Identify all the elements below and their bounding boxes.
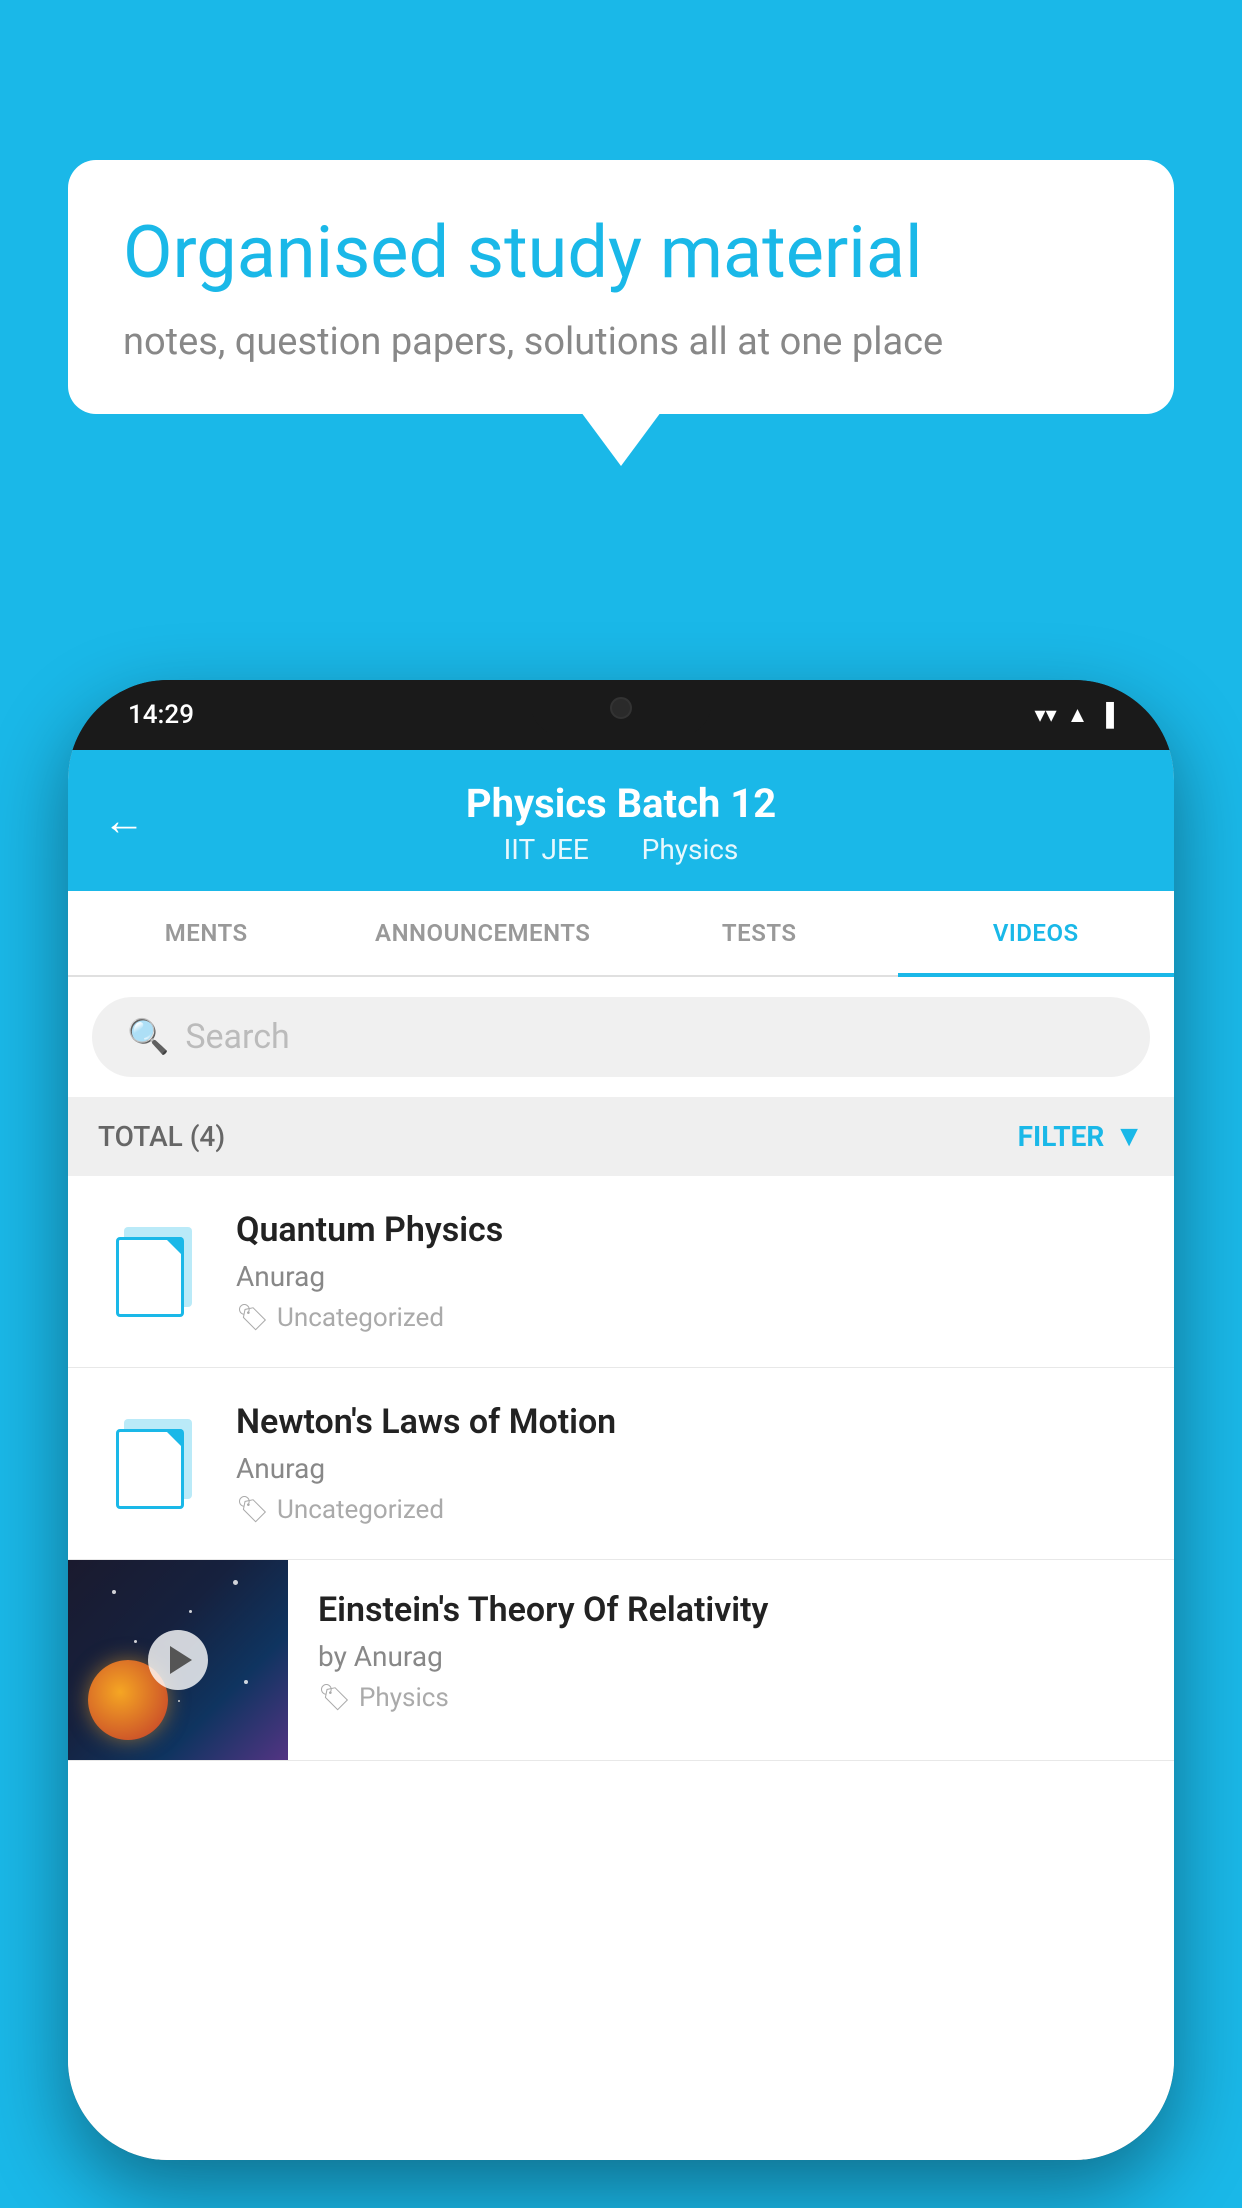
list-item[interactable]: Quantum Physics Anurag 🏷 Uncategorized (68, 1176, 1174, 1368)
video-title-2: Newton's Laws of Motion (236, 1402, 1144, 1442)
search-placeholder: Search (185, 1017, 289, 1057)
header-physics: Physics (642, 833, 739, 866)
file-icon-front (116, 1237, 184, 1317)
speech-bubble: Organised study material notes, question… (68, 160, 1174, 414)
video-thumbnail-3 (68, 1560, 288, 1760)
filter-icon: ▼ (1114, 1119, 1144, 1154)
video-title-1: Quantum Physics (236, 1210, 1144, 1250)
header-iitjee: IIT JEE (504, 833, 589, 866)
search-bar[interactable]: 🔍 Search (92, 997, 1150, 1077)
phone-frame: 14:29 ▾▾ ▲ ▐ ← Physics Batch 12 IIT JEE … (68, 680, 1174, 2160)
phone-notch (531, 680, 711, 735)
filter-bar: TOTAL (4) FILTER ▼ (68, 1097, 1174, 1176)
header-title: Physics Batch 12 (108, 780, 1134, 827)
status-icons: ▾▾ ▲ ▐ (1035, 702, 1114, 728)
video-title-3: Einstein's Theory Of Relativity (318, 1590, 1144, 1630)
tab-announcements[interactable]: ANNOUNCEMENTS (345, 891, 622, 975)
search-container: 🔍 Search (68, 977, 1174, 1097)
video-author-2: Anurag (236, 1452, 1144, 1485)
video-info-3: Einstein's Theory Of Relativity by Anura… (288, 1560, 1174, 1737)
header-subtitle: IIT JEE Physics (108, 833, 1134, 866)
file-icon-front (116, 1429, 184, 1509)
wifi-icon: ▾▾ (1035, 703, 1057, 728)
tab-ments[interactable]: MENTS (68, 891, 345, 975)
tag-icon-2: 🏷 (236, 1495, 269, 1525)
video-tag-1: 🏷 Uncategorized (236, 1303, 1144, 1333)
tab-videos[interactable]: VIDEOS (898, 891, 1175, 975)
speech-bubble-title: Organised study material (123, 210, 1119, 296)
video-info-2: Newton's Laws of Motion Anurag 🏷 Uncateg… (236, 1402, 1144, 1525)
file-icon (116, 1419, 191, 1509)
signal-icon: ▲ (1067, 702, 1089, 728)
tabs-container: MENTS ANNOUNCEMENTS TESTS VIDEOS (68, 891, 1174, 977)
battery-icon: ▐ (1098, 702, 1114, 728)
tag-label-3: Physics (359, 1683, 449, 1713)
app-header: ← Physics Batch 12 IIT JEE Physics (68, 750, 1174, 891)
speech-bubble-container: Organised study material notes, question… (68, 160, 1174, 414)
video-info-1: Quantum Physics Anurag 🏷 Uncategorized (236, 1210, 1144, 1333)
video-tag-3: 🏷 Physics (318, 1683, 1144, 1713)
video-thumbnail-2 (98, 1409, 208, 1519)
tab-tests[interactable]: TESTS (621, 891, 898, 975)
video-author-3: by Anurag (318, 1640, 1144, 1673)
video-list: Quantum Physics Anurag 🏷 Uncategorized (68, 1176, 1174, 2160)
filter-label: FILTER (1018, 1120, 1105, 1153)
tag-icon-1: 🏷 (236, 1303, 269, 1333)
status-bar: 14:29 ▾▾ ▲ ▐ (68, 680, 1174, 750)
tag-icon-3: 🏷 (318, 1683, 351, 1713)
play-triangle (170, 1646, 192, 1674)
filter-button[interactable]: FILTER ▼ (1018, 1119, 1144, 1154)
back-button[interactable]: ← (103, 796, 145, 845)
play-button-3[interactable] (148, 1630, 208, 1690)
total-count: TOTAL (4) (98, 1120, 225, 1153)
file-icon (116, 1227, 191, 1317)
list-item[interactable]: Einstein's Theory Of Relativity by Anura… (68, 1560, 1174, 1761)
speech-bubble-subtitle: notes, question papers, solutions all at… (123, 320, 1119, 364)
video-tag-2: 🏷 Uncategorized (236, 1495, 1144, 1525)
header-separator (612, 833, 626, 866)
phone-screen: ← Physics Batch 12 IIT JEE Physics MENTS… (68, 750, 1174, 2160)
camera-dot (610, 697, 632, 719)
status-time: 14:29 (128, 700, 194, 730)
list-item[interactable]: Newton's Laws of Motion Anurag 🏷 Uncateg… (68, 1368, 1174, 1560)
video-thumbnail-1 (98, 1217, 208, 1327)
tag-label-1: Uncategorized (277, 1303, 444, 1333)
search-icon: 🔍 (127, 1017, 169, 1057)
tag-label-2: Uncategorized (277, 1495, 444, 1525)
video-author-1: Anurag (236, 1260, 1144, 1293)
